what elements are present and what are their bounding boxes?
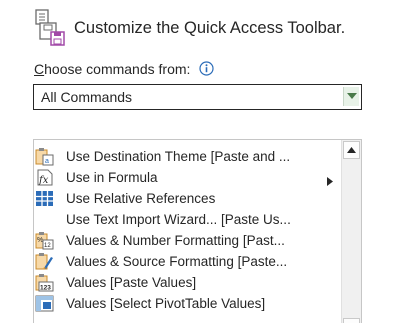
info-icon[interactable] — [199, 61, 214, 76]
list-item-label: Use Text Import Wizard... [Paste Us... — [66, 212, 291, 227]
paste-values-source-formatting-icon — [35, 252, 54, 271]
paste-values-number-formatting-icon: % 12 — [35, 231, 54, 250]
list-item[interactable]: a Use Destination Theme [Paste and ... — [34, 146, 339, 167]
svg-text:12: 12 — [44, 243, 51, 249]
list-item-label: Values [Select PivotTable Values] — [66, 296, 266, 311]
paste-values-icon: 123 — [35, 273, 54, 292]
list-scrollbar[interactable] — [341, 140, 361, 323]
list-item-label: Values & Number Formatting [Past... — [66, 233, 285, 248]
list-item-label: Use Destination Theme [Paste and ... — [66, 149, 291, 164]
list-item-label: Use in Formula — [66, 170, 158, 185]
dialog-title: Customize the Quick Access Toolbar. — [74, 19, 346, 37]
choose-commands-label-text: hoose commands from: — [44, 61, 191, 77]
list-item-label: Values & Source Formatting [Paste... — [66, 254, 288, 269]
list-item-label: Use Relative References — [66, 191, 216, 206]
choose-commands-dropdown[interactable]: All Commands — [33, 84, 362, 110]
svg-text:%: % — [37, 237, 43, 244]
customize-toolbar-icon — [34, 8, 68, 48]
list-item[interactable]: Values & Source Formatting [Paste... — [34, 251, 339, 272]
svg-text:123: 123 — [40, 285, 51, 292]
list-item-label: Values [Paste Values] — [66, 275, 197, 290]
use-in-formula-icon: fx — [35, 168, 54, 187]
list-item[interactable]: Use Text Import Wizard... [Paste Us... — [34, 209, 339, 230]
dialog-header: Customize the Quick Access Toolbar. — [34, 8, 394, 48]
scroll-down-button[interactable] — [343, 318, 360, 323]
dropdown-selected-value: All Commands — [41, 89, 133, 105]
commands-list[interactable]: a Use Destination Theme [Paste and ... f… — [33, 139, 362, 323]
select-pivottable-values-icon — [35, 294, 54, 313]
relative-references-icon — [35, 189, 54, 208]
list-item[interactable]: Use Relative References — [34, 188, 339, 209]
list-item[interactable]: 123 Values [Paste Values] — [34, 272, 339, 293]
paste-destination-theme-icon: a — [35, 147, 54, 166]
dropdown-arrow-button[interactable] — [343, 87, 359, 106]
choose-commands-access-key: C — [34, 61, 45, 77]
list-item[interactable]: Values [Select PivotTable Values] — [34, 293, 339, 314]
list-item[interactable]: fx Use in Formula — [34, 167, 339, 188]
scroll-up-button[interactable] — [343, 141, 360, 159]
list-item[interactable]: % 12 Values & Number Formatting [Past... — [34, 230, 339, 251]
svg-text:fx: fx — [38, 175, 49, 186]
choose-commands-label: Choose commands from: — [34, 61, 190, 77]
svg-text:a: a — [45, 158, 49, 165]
